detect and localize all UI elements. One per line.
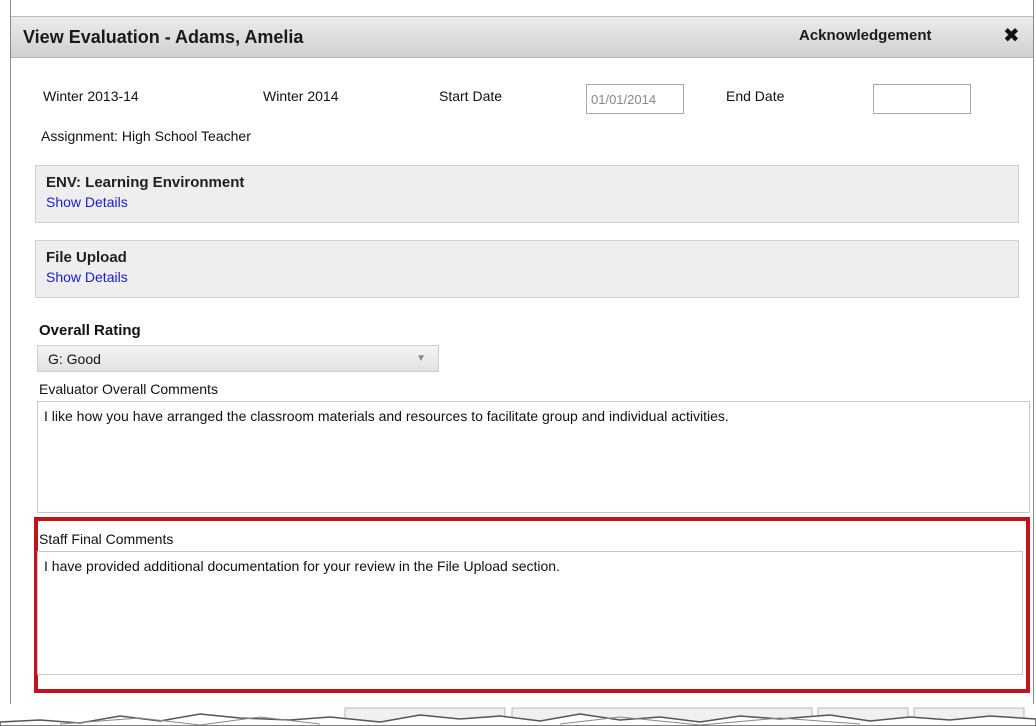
torn-edge [0,704,1036,726]
show-details-link[interactable]: Show Details [46,269,128,285]
section-learning-environment: ENV: Learning Environment Show Details [35,165,1019,223]
chevron-down-icon: ▼ [416,353,426,364]
show-details-link[interactable]: Show Details [46,194,128,210]
section-file-upload: File Upload Show Details [35,240,1019,298]
overall-rating-value: G: Good [48,351,101,367]
evaluation-dialog: View Evaluation - Adams, Amelia Acknowle… [10,0,1034,712]
start-date-label: Start Date [439,88,503,104]
end-date-input[interactable] [873,84,971,114]
dialog-title: View Evaluation - Adams, Amelia [23,27,304,47]
overall-rating-select[interactable]: G: Good ▼ [37,345,439,372]
assignment-text: Assignment: High School Teacher [41,128,251,144]
period-label: Winter 2014 [263,88,339,104]
evaluator-comments-field[interactable]: I like how you have arranged the classro… [37,401,1030,513]
overall-rating-label: Overall Rating [39,322,141,339]
start-date-input[interactable] [586,84,684,114]
section-title: File Upload [46,249,127,266]
end-date-label: End Date [726,88,785,104]
dialog-titlebar: View Evaluation - Adams, Amelia Acknowle… [11,16,1033,58]
section-title: ENV: Learning Environment [46,174,245,191]
close-icon[interactable]: ✖ [1003,23,1020,48]
staff-comments-field[interactable]: I have provided additional documentation… [37,551,1023,675]
acknowledgement-button[interactable]: Acknowledgement [799,27,932,44]
evaluator-comments-label: Evaluator Overall Comments [39,381,218,397]
staff-comments-label: Staff Final Comments [39,531,174,547]
term-label: Winter 2013-14 [43,88,139,104]
